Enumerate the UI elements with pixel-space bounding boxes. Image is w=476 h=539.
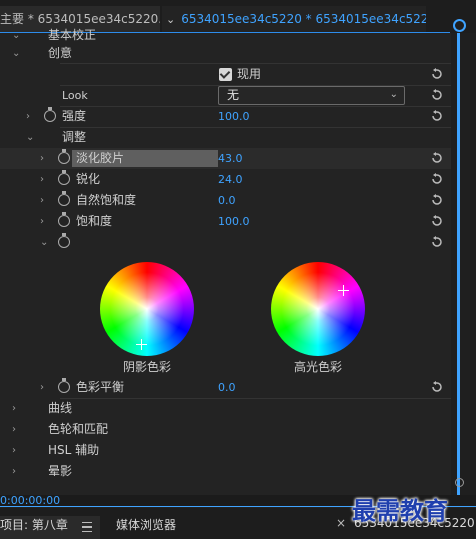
highlight-tint-wheel[interactable] [271, 262, 365, 356]
apply-checkbox[interactable] [219, 68, 232, 81]
look-row: Look 无 ⌄ [0, 85, 451, 106]
color-balance-value[interactable]: 0.0 [218, 377, 236, 398]
close-icon[interactable]: × [336, 516, 346, 530]
faded-film-value[interactable]: 43.0 [218, 148, 243, 169]
expand-arrow-icon[interactable]: › [26, 106, 30, 127]
creative-label: 创意 [48, 46, 73, 60]
expand-arrow-icon[interactable]: › [40, 211, 44, 232]
section-adjustments[interactable]: ⌄ 调整 [0, 127, 451, 148]
expand-arrow-icon[interactable]: › [12, 440, 16, 461]
reset-icon[interactable] [430, 88, 444, 102]
shadow-tint-crosshair[interactable] [136, 339, 147, 350]
expand-arrow-icon[interactable]: › [40, 169, 44, 190]
expand-arrow-icon[interactable]: › [40, 377, 44, 398]
vibrance-value[interactable]: 0.0 [218, 190, 236, 211]
faded-film-label: 淡化胶片 [76, 151, 125, 165]
vibrance-row: › 自然饱和度 0.0 [0, 190, 451, 211]
shadow-tint-wheel[interactable] [100, 262, 194, 356]
faded-film-row: › 淡化胶片 43.0 [0, 148, 451, 169]
section-color-wheels[interactable]: › 色轮和匹配 [0, 419, 451, 440]
tab-media-browser[interactable]: 媒体浏览器 [116, 516, 176, 533]
scroll-end-handle[interactable] [455, 478, 464, 487]
apply-label: 现用 [237, 67, 262, 81]
section-curves[interactable]: › 曲线 [0, 398, 451, 419]
expand-arrow-icon[interactable]: › [12, 461, 16, 482]
look-value: 无 [227, 88, 240, 102]
section-creative[interactable]: ⌄ 创意 [0, 43, 451, 64]
shadow-tint-label: 阴影色彩 [122, 360, 171, 374]
playhead-handle[interactable] [453, 19, 466, 32]
stopwatch-icon[interactable] [58, 233, 70, 248]
reset-icon[interactable] [430, 151, 444, 165]
stopwatch-icon[interactable] [58, 191, 70, 206]
intensity-row: › 强度 100.0 [0, 106, 451, 127]
sharpen-row: › 锐化 24.0 [0, 169, 451, 190]
reset-icon[interactable] [430, 67, 444, 81]
tab-project[interactable]: 项目: 第八章 [0, 516, 68, 533]
playhead-track[interactable] [457, 33, 460, 495]
look-select[interactable]: 无 ⌄ [218, 86, 405, 105]
lumetri-panel: ⌄ 基本校正 ⌄ 创意 现用 Look 无 ⌄ › 强度 100.0 ⌄ 调整 [0, 28, 451, 495]
vibrance-label: 自然饱和度 [76, 193, 137, 207]
color-balance-label: 色彩平衡 [76, 380, 125, 394]
panel-menu-icon[interactable] [82, 522, 92, 532]
expand-arrow-icon[interactable]: › [40, 190, 44, 211]
collapse-arrow-icon[interactable]: ⌄ [12, 43, 20, 64]
saturation-value[interactable]: 100.0 [218, 211, 250, 232]
tint-wheels-row: ⌄ [0, 232, 451, 253]
chevron-down-icon: ⌄ [389, 89, 398, 100]
watermark-logo: 最需教育 [352, 496, 448, 525]
reset-icon[interactable] [430, 193, 444, 207]
reset-icon[interactable] [430, 172, 444, 186]
highlight-tint-crosshair[interactable] [338, 285, 349, 296]
tab-effect-controls-label: 6534015ee34c5220 * 6534015ee34c5220.jpg [181, 12, 426, 26]
stopwatch-icon[interactable] [44, 107, 56, 122]
vignette-label: 晕影 [48, 464, 73, 478]
section-hsl[interactable]: › HSL 辅助 [0, 440, 451, 461]
stopwatch-icon[interactable] [58, 378, 70, 393]
intensity-value[interactable]: 100.0 [218, 106, 250, 127]
collapse-arrow-icon[interactable]: ⌄ [26, 127, 34, 148]
hsl-label: HSL 辅助 [48, 443, 100, 457]
highlight-tint-label: 高光色彩 [293, 360, 342, 374]
reset-icon[interactable] [430, 214, 444, 228]
reset-icon[interactable] [430, 235, 444, 249]
section-vignette[interactable]: › 晕影 [0, 461, 451, 482]
timeline-scrollbar[interactable] [451, 19, 476, 495]
adjust-label: 调整 [62, 130, 87, 144]
look-label: Look [62, 89, 88, 102]
sharpen-label: 锐化 [76, 172, 101, 186]
stopwatch-icon[interactable] [58, 212, 70, 227]
curves-label: 曲线 [48, 401, 73, 415]
stopwatch-icon[interactable] [58, 170, 70, 185]
expand-arrow-icon[interactable]: › [40, 148, 44, 169]
expand-arrow-icon[interactable]: › [12, 398, 16, 419]
reset-icon[interactable] [430, 109, 444, 123]
saturation-label: 饱和度 [76, 214, 113, 228]
reset-icon[interactable] [430, 380, 444, 394]
color-wheels-label: 色轮和匹配 [48, 422, 109, 436]
expand-arrow-icon[interactable]: › [12, 419, 16, 440]
sharpen-value[interactable]: 24.0 [218, 169, 243, 190]
intensity-label: 强度 [62, 109, 87, 123]
stopwatch-icon[interactable] [58, 149, 70, 164]
collapse-arrow-icon[interactable]: ⌄ [40, 232, 48, 253]
saturation-row: › 饱和度 100.0 [0, 211, 451, 232]
color-balance-row: › 色彩平衡 0.0 [0, 377, 451, 398]
apply-row: 现用 [0, 64, 451, 85]
